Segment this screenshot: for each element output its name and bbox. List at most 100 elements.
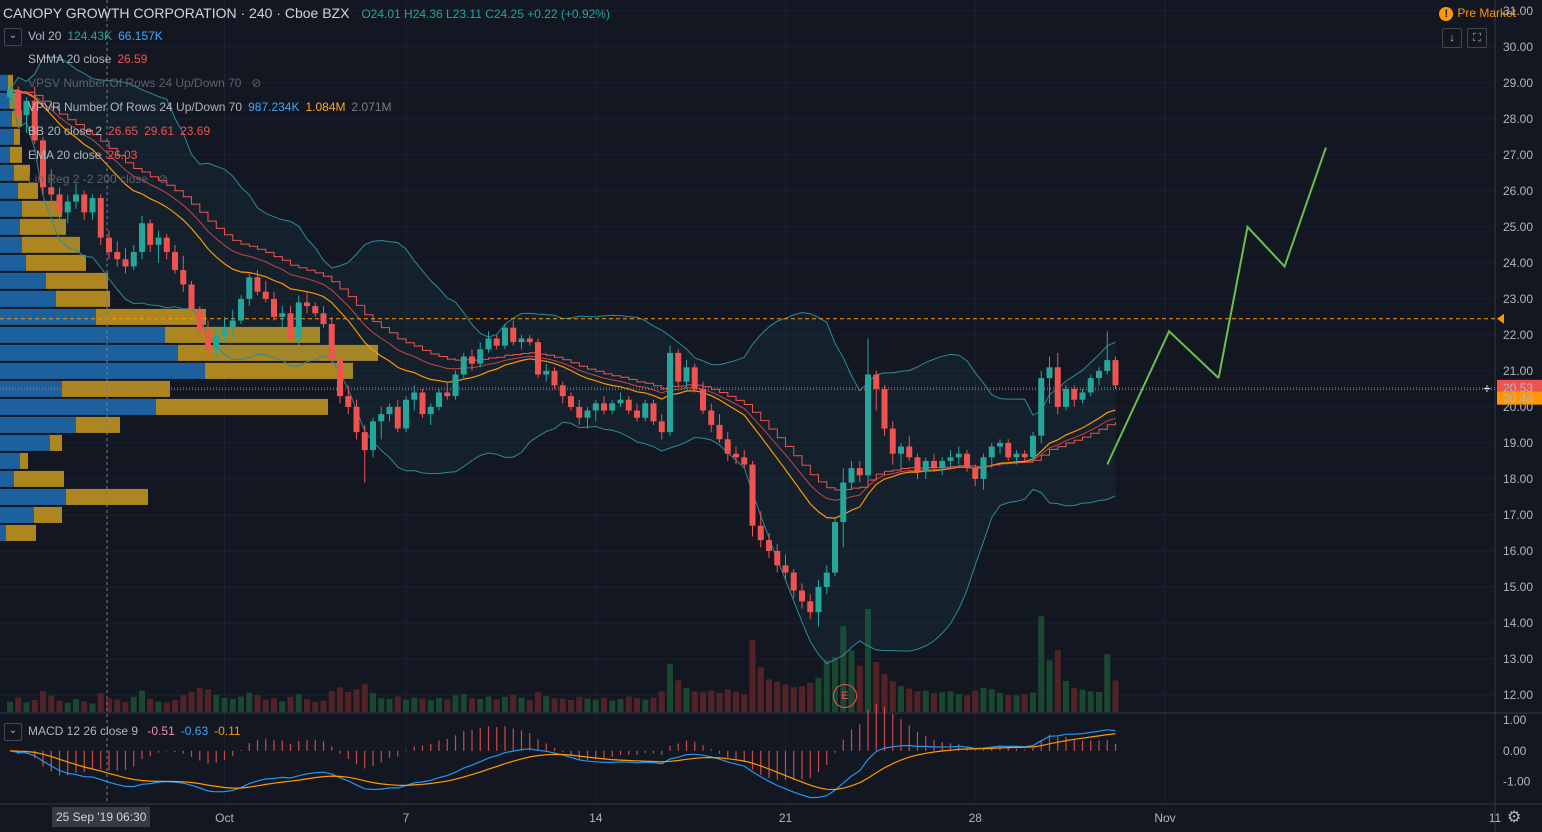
candle xyxy=(650,399,657,425)
candle xyxy=(667,345,673,436)
add-price-line-icon[interactable]: + xyxy=(1480,381,1494,395)
candle-body xyxy=(625,399,632,411)
candle-body xyxy=(980,457,987,479)
candle-body xyxy=(592,403,599,411)
candle-body xyxy=(419,392,426,415)
indicator-legend-item[interactable]: SMMA 20 close 26.59 xyxy=(4,52,147,66)
macd-value: -0.51 xyxy=(147,724,175,739)
volume-bar xyxy=(444,699,451,712)
volume-bar xyxy=(1038,615,1045,712)
volume-bar xyxy=(601,697,607,712)
vp-down-bar xyxy=(20,452,28,469)
vp-down-bar xyxy=(46,272,108,289)
symbol-title[interactable]: CANOPY GROWTH CORPORATION · 240 · Cboe B… xyxy=(3,5,349,21)
volume-bar xyxy=(64,702,71,712)
arrow-down-icon[interactable]: ↓ xyxy=(1442,28,1462,48)
volume-bar xyxy=(163,702,170,712)
candle-body xyxy=(576,406,583,418)
candle-body xyxy=(898,446,904,454)
volume-bar xyxy=(774,681,781,712)
candle-body xyxy=(370,421,376,451)
candle-body xyxy=(1087,378,1094,393)
volume-bar xyxy=(1021,694,1028,712)
indicator-name[interactable]: Lin Reg 2 -2 200 close xyxy=(28,172,148,186)
macd-value: -0.11 xyxy=(214,724,241,739)
volume-bar xyxy=(1054,650,1061,712)
candle-body xyxy=(642,403,649,418)
indicator-name[interactable]: SMMA 20 close xyxy=(28,52,111,66)
candle-body xyxy=(922,460,929,472)
indicator-legend-item[interactable]: Lin Reg 2 -2 200 close ⊘ xyxy=(4,172,168,186)
pre-market-indicator[interactable]: ! Pre Market xyxy=(1439,6,1516,21)
candle-body xyxy=(848,468,855,483)
vp-up-bar xyxy=(0,488,66,505)
indicator-legend-item[interactable]: VPSV Number Of Rows 24 Up/Down 70 ⊘ xyxy=(4,76,261,90)
candle-body xyxy=(939,460,946,469)
volume-bar xyxy=(683,687,690,712)
volume-bar xyxy=(980,687,987,712)
indicator-legend-item[interactable]: ⌄ Vol 20 124.43K 66.157K xyxy=(4,28,163,46)
settings-gear-icon[interactable]: ⚙ xyxy=(1507,807,1521,827)
volume-bar xyxy=(122,702,129,712)
candle-body xyxy=(139,223,145,253)
indicator-name[interactable]: BB 20 close 2 xyxy=(28,124,102,138)
candle-body xyxy=(1021,453,1028,458)
macd-value: -0.63 xyxy=(180,724,209,739)
volume-bar xyxy=(642,699,649,712)
time-axis-tick: 7 xyxy=(403,811,410,825)
indicator-name[interactable]: VPVR Number Of Rows 24 Up/Down 70 xyxy=(28,100,242,114)
volume-bar xyxy=(609,700,616,712)
volume-bar xyxy=(807,682,814,712)
vp-up-bar xyxy=(0,398,156,415)
candle-body xyxy=(832,522,838,573)
earnings-marker[interactable]: E xyxy=(833,684,857,708)
volume-bar xyxy=(799,686,805,712)
indicator-name[interactable]: VPSV Number Of Rows 24 Up/Down 70 xyxy=(28,76,241,90)
volume-bar xyxy=(229,698,236,712)
price-axis-tick: 23.00 xyxy=(1503,292,1533,306)
volume-bar xyxy=(551,698,558,712)
candle xyxy=(1112,356,1119,389)
hidden-eye-icon[interactable]: ⊘ xyxy=(158,172,168,186)
volume-bar xyxy=(939,692,946,712)
candle-body xyxy=(972,468,979,479)
indicator-legend-item[interactable]: EMA 20 close 26.03 xyxy=(4,148,137,162)
price-chart[interactable]: 31.0030.0029.0028.0027.0026.0025.0024.00… xyxy=(0,0,1542,832)
candle-body xyxy=(196,309,203,332)
volume-bar xyxy=(625,696,632,712)
collapse-toggle-icon[interactable]: ⌄ xyxy=(4,723,22,741)
candle xyxy=(97,194,104,245)
collapse-toggle-icon[interactable]: ⌄ xyxy=(4,28,22,46)
candle-body xyxy=(749,464,756,526)
volume-bar xyxy=(700,692,706,712)
candle-body xyxy=(774,550,781,566)
indicator-name[interactable]: EMA 20 close xyxy=(28,148,101,162)
indicator-legend-item[interactable]: BB 20 close 2 26.65 29.61 23.69 xyxy=(4,124,210,138)
vp-up-bar xyxy=(0,452,20,469)
indicator-name[interactable]: Vol 20 xyxy=(28,29,61,43)
volume-bar xyxy=(40,691,46,712)
volume-bar xyxy=(650,697,657,712)
hidden-eye-icon[interactable]: ⊘ xyxy=(251,76,261,90)
volume-bar xyxy=(922,690,929,712)
volume-bar xyxy=(1046,660,1053,712)
candle xyxy=(881,385,888,436)
candle-body xyxy=(485,338,492,350)
price-axis-tick: 27.00 xyxy=(1503,148,1533,162)
volume-bar xyxy=(782,684,789,712)
candle-body xyxy=(246,277,253,299)
candle-body xyxy=(799,590,805,602)
macd-name[interactable]: MACD 12 26 close 9 xyxy=(28,724,138,738)
volume-bar xyxy=(518,697,525,712)
volume-bar xyxy=(815,677,822,712)
candle-body xyxy=(873,374,880,389)
candle-body xyxy=(328,324,335,361)
indicator-legend-item[interactable]: VPVR Number Of Rows 24 Up/Down 70 987.234… xyxy=(4,100,392,114)
candle-body xyxy=(1063,388,1069,407)
candle-body xyxy=(518,338,525,343)
volume-bar xyxy=(271,698,277,712)
fullscreen-icon[interactable]: ⛶ xyxy=(1467,28,1487,48)
candle-body xyxy=(568,396,574,407)
volume-bar xyxy=(81,701,88,712)
vp-down-bar xyxy=(6,524,36,541)
